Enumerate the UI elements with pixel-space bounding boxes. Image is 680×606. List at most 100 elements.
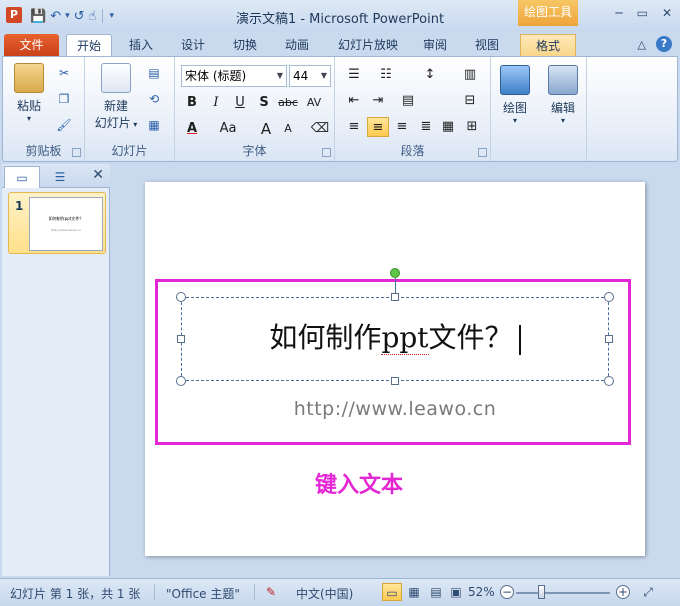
resize-handle-bottom[interactable]: [391, 377, 399, 385]
copy-icon[interactable]: ❐: [55, 91, 73, 107]
slides-pane: ▭ ☰ ✕ 1 如何制作ppt文件？ http://www.leawo.cn: [2, 164, 110, 576]
numbering-icon[interactable]: ☷: [375, 65, 397, 85]
normal-view-icon[interactable]: ▭: [382, 583, 402, 601]
section-icon[interactable]: ▦: [145, 117, 163, 133]
distributed-icon[interactable]: ▦: [437, 117, 459, 137]
tab-slideshow[interactable]: 幻灯片放映: [330, 34, 406, 56]
font-launcher-icon[interactable]: [322, 148, 331, 157]
align-text-icon[interactable]: ⊟: [459, 91, 481, 111]
clipboard-launcher-icon[interactable]: [72, 148, 81, 157]
tab-insert[interactable]: 插入: [120, 34, 162, 56]
tab-home[interactable]: 开始: [66, 34, 112, 56]
minimize-button[interactable]: ─: [615, 6, 622, 20]
cut-icon[interactable]: ✂: [55, 65, 73, 81]
format-painter-icon[interactable]: 🖌: [55, 117, 73, 133]
new-slide-icon: [101, 63, 131, 93]
tab-transitions[interactable]: 切换: [224, 34, 266, 56]
tab-view[interactable]: 视图: [466, 34, 508, 56]
resize-handle-top-left[interactable]: [176, 292, 186, 302]
resize-handle-bottom-right[interactable]: [604, 376, 614, 386]
line-spacing-icon[interactable]: ↕: [419, 65, 441, 85]
find-binoculars-icon: [548, 65, 578, 95]
group-drawing: 绘图 ▾: [491, 57, 537, 161]
align-center-icon[interactable]: ≡: [367, 117, 389, 137]
outline-tab-icon[interactable]: ☰: [42, 166, 78, 188]
font-color-button[interactable]: A: [181, 119, 203, 139]
resize-handle-bottom-left[interactable]: [176, 376, 186, 386]
minimize-ribbon-icon[interactable]: △: [638, 38, 646, 51]
slideshow-view-icon[interactable]: ▣: [446, 583, 466, 601]
increase-indent-icon[interactable]: ⇥: [367, 91, 389, 111]
slide-sorter-view-icon[interactable]: ▦: [404, 583, 424, 601]
character-spacing-button[interactable]: AV: [303, 93, 325, 113]
strikethrough-button[interactable]: abc: [277, 93, 299, 113]
group-label-font: 字体: [242, 144, 267, 158]
spellcheck-icon[interactable]: ✎: [266, 585, 276, 599]
decrease-indent-icon[interactable]: ⇤: [343, 91, 365, 111]
group-font: 宋体 (标题) ▼ 44 ▼ B I U S abc AV A Aa A A ⌫ 字…: [175, 57, 335, 161]
pane-tabs: ▭ ☰ ✕: [2, 164, 110, 188]
font-size-combo[interactable]: 44 ▼: [289, 65, 331, 87]
underline-button[interactable]: U: [229, 93, 251, 113]
reset-icon[interactable]: ⟲: [145, 91, 163, 107]
resize-handle-top[interactable]: [391, 293, 399, 301]
shapes-icon: [500, 65, 530, 95]
layout-icon[interactable]: ▤: [145, 65, 163, 81]
tab-review[interactable]: 审阅: [414, 34, 456, 56]
slide-count-status: 幻灯片 第 1 张，共 1 张: [10, 587, 141, 601]
tab-format[interactable]: 格式: [520, 34, 576, 56]
paragraph-launcher-icon[interactable]: [478, 148, 487, 157]
ribbon: 粘贴 ▾ ✂ ❐ 🖌 剪贴板 新建 幻灯片 ▾ ▤ ⟲ ▦ 幻灯片 宋体 (标题…: [2, 56, 678, 162]
shrink-font-button[interactable]: A: [277, 119, 299, 139]
slide-canvas[interactable]: 如何制作ppt文件？ http://www.leawo.cn 键入文本: [145, 182, 645, 556]
italic-button[interactable]: I: [205, 93, 227, 113]
tab-design[interactable]: 设计: [172, 34, 214, 56]
rotation-handle[interactable]: [390, 268, 400, 278]
drawing-tools-context-label: 绘图工具: [518, 0, 578, 26]
font-name-combo[interactable]: 宋体 (标题) ▼: [181, 65, 287, 87]
theme-status[interactable]: "Office 主题": [166, 585, 240, 602]
help-icon[interactable]: ?: [656, 36, 672, 52]
bullets-icon[interactable]: ☰: [343, 65, 365, 85]
restore-button[interactable]: ▭: [637, 6, 648, 20]
align-left-icon[interactable]: ≡: [343, 117, 365, 137]
zoom-in-button[interactable]: +: [616, 585, 630, 599]
slides-tab-icon[interactable]: ▭: [4, 166, 40, 188]
align-right-icon[interactable]: ≡: [391, 117, 413, 137]
slide-subtitle-url[interactable]: http://www.leawo.cn: [181, 398, 609, 420]
columns-icon[interactable]: ▥: [459, 65, 481, 85]
slide-number: 1: [15, 199, 24, 213]
group-label-slides: 幻灯片: [111, 144, 148, 158]
clear-formatting-icon[interactable]: ⌫: [309, 119, 331, 139]
tab-file[interactable]: 文件: [4, 34, 59, 56]
group-editing: 编辑 ▾: [537, 57, 587, 161]
shadow-button[interactable]: S: [253, 93, 275, 113]
reading-view-icon[interactable]: ▤: [426, 583, 446, 601]
slide-title-text[interactable]: 如何制作ppt文件？: [181, 316, 609, 356]
zoom-slider-track[interactable]: [516, 592, 610, 594]
pane-close-icon[interactable]: ✕: [92, 167, 104, 183]
zoom-level[interactable]: 52%: [468, 585, 495, 599]
fit-to-window-icon[interactable]: ⤢: [638, 583, 658, 601]
slide-editing-area: 如何制作ppt文件？ http://www.leawo.cn 键入文本: [112, 164, 678, 576]
resize-handle-top-right[interactable]: [604, 292, 614, 302]
bold-button[interactable]: B: [181, 93, 203, 113]
zoom-slider-thumb[interactable]: [538, 585, 545, 599]
change-case-button[interactable]: Aa: [213, 119, 243, 139]
editing-button[interactable]: 编辑 ▾: [543, 65, 583, 125]
group-label-paragraph: 段落: [400, 144, 425, 158]
language-status[interactable]: 中文(中国): [296, 585, 353, 602]
close-button[interactable]: ✕: [662, 6, 672, 20]
justify-icon[interactable]: ≣: [415, 117, 437, 137]
window-title: 演示文稿1 - Microsoft PowerPoint: [235, 12, 445, 27]
new-slide-button[interactable]: 新建 幻灯片 ▾: [91, 63, 141, 131]
paste-button[interactable]: 粘贴 ▾: [9, 63, 49, 123]
smartart-icon[interactable]: ⊞: [461, 117, 483, 137]
tab-animations[interactable]: 动画: [276, 34, 318, 56]
grow-font-button[interactable]: A: [255, 119, 277, 139]
text-direction-icon[interactable]: ▤: [397, 91, 419, 111]
zoom-out-button[interactable]: −: [500, 585, 514, 599]
text-cursor: [518, 324, 521, 355]
slide-thumbnail-1[interactable]: 1 如何制作ppt文件？ http://www.leawo.cn: [8, 192, 106, 254]
drawing-button[interactable]: 绘图 ▾: [497, 65, 533, 125]
